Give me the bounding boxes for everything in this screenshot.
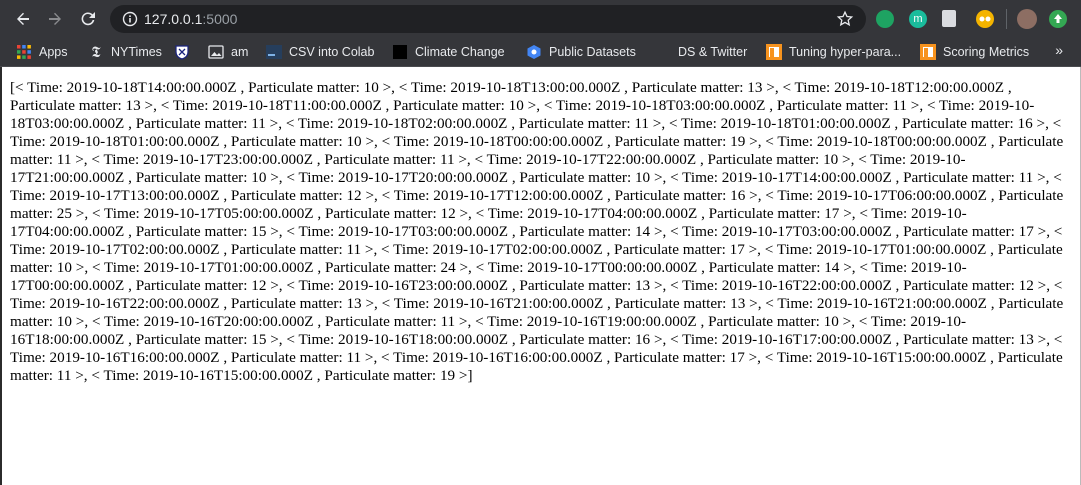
apps-grid-icon: [16, 44, 32, 60]
forward-arrow-icon[interactable]: [44, 8, 66, 30]
bookmark-scoring-metrics[interactable]: Scoring Metrics: [920, 43, 1029, 61]
bookmark-csv-colab[interactable]: CSV into Colab: [266, 43, 374, 61]
m-extension-icon[interactable]: m: [909, 10, 927, 28]
bookmark-label: DS & Twitter: [678, 45, 748, 59]
glasses-extension-icon[interactable]: [976, 10, 994, 28]
profile-avatar[interactable]: [1017, 9, 1037, 29]
browser-toolbar: 127.0.0.1:5000 m: [0, 0, 1081, 38]
orange-bookmark-icon: [920, 44, 936, 60]
toolbar-divider: [1006, 9, 1007, 29]
back-arrow-icon[interactable]: [12, 8, 34, 30]
url-port: :5000: [202, 11, 238, 27]
evernote-extension-icon[interactable]: [876, 10, 894, 28]
update-extension-icon[interactable]: [1049, 10, 1067, 28]
bookmark-public-datasets[interactable]: Public Datasets: [526, 43, 636, 61]
bookmark-crest[interactable]: [174, 43, 197, 61]
datasets-icon: [526, 44, 542, 60]
bookmark-star-icon[interactable]: [836, 10, 854, 28]
bookmark-apps[interactable]: Apps: [16, 43, 68, 61]
document-extension-icon[interactable]: [942, 10, 956, 27]
url-host: 127.0.0.1: [144, 11, 203, 27]
bookmark-label: CSV into Colab: [289, 45, 375, 59]
raw-output-text: [< Time: 2019-10-18T14:00:00.000Z , Part…: [10, 79, 1064, 384]
nytimes-icon: 𝕿: [91, 43, 101, 61]
bookmark-label: Scoring Metrics: [943, 45, 1030, 59]
bookmark-tuning-hyperparams[interactable]: Tuning hyper-para...: [766, 43, 901, 61]
bookmarks-overflow-chevron[interactable]: »: [1055, 42, 1063, 58]
bookmark-label: NYTimes: [111, 45, 162, 59]
orange-bookmark-icon: [766, 44, 782, 60]
bookmark-nytimes[interactable]: 𝕿 NYTimes: [88, 43, 162, 61]
url-text: 127.0.0.1:5000: [144, 11, 237, 27]
colab-icon: [266, 44, 282, 60]
bookmark-label: Tuning hyper-para...: [789, 45, 902, 59]
reload-icon[interactable]: [77, 8, 99, 30]
bookmark-am[interactable]: am: [208, 43, 248, 61]
bookmarks-bar: Apps 𝕿 NYTimes am CSV into Colab Climate…: [0, 38, 1081, 67]
bookmark-label: am: [231, 45, 249, 59]
bookmark-label: Apps: [39, 45, 68, 59]
bookmark-ds-twitter[interactable]: DS & Twitter: [678, 43, 747, 61]
info-icon[interactable]: [122, 11, 138, 27]
bookmark-label: Climate Change: [415, 45, 505, 59]
shield-crest-icon: [174, 44, 190, 60]
bookmark-climate-change[interactable]: Climate Change: [392, 43, 505, 61]
bookmark-label: Public Datasets: [549, 45, 636, 59]
black-square-icon: [392, 44, 408, 60]
image-icon: [208, 44, 224, 60]
page-content: [< Time: 2019-10-18T14:00:00.000Z , Part…: [0, 67, 1081, 485]
address-bar[interactable]: 127.0.0.1:5000: [110, 5, 866, 33]
